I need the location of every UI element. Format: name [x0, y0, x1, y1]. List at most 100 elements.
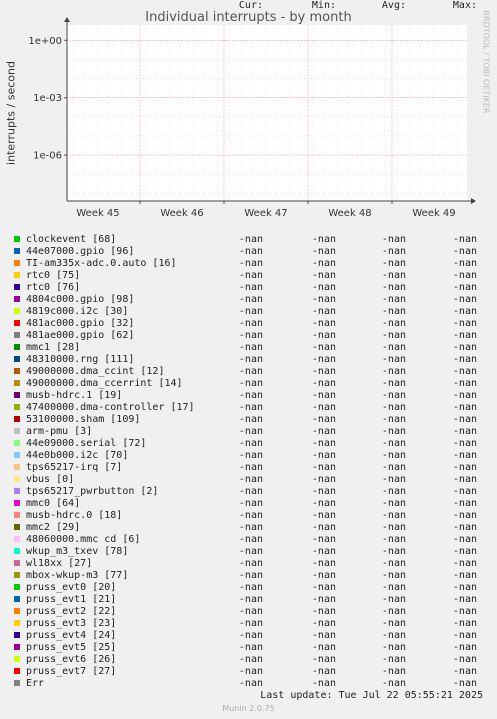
legend-value: -nan — [452, 366, 477, 377]
legend-row: 4804c000.gpio [98] -nan -nan -nan -nan — [0, 294, 497, 306]
legend-column-header: Min: — [311, 0, 336, 11]
legend-series-name: TI-am335x-adc.0.auto [16] — [26, 258, 177, 269]
legend-value: -nan — [311, 546, 336, 557]
legend-value: -nan — [238, 366, 263, 377]
legend-series-name: 48310000.rng [111] — [26, 354, 135, 365]
legend-series-name: tps65217_pwrbutton [2] — [26, 486, 159, 497]
legend-value: -nan — [381, 606, 406, 617]
legend-value: -nan — [381, 570, 406, 581]
legend-value: -nan — [452, 618, 477, 629]
legend-value: -nan — [238, 426, 263, 437]
legend-value: -nan — [452, 390, 477, 401]
legend-value: -nan — [311, 426, 336, 437]
legend-swatch — [14, 248, 20, 254]
legend-series-name: mmc0 [64] — [26, 498, 81, 509]
legend-value: -nan — [452, 414, 477, 425]
legend-value: -nan — [238, 654, 263, 665]
legend-value: -nan — [452, 654, 477, 665]
legend-value: -nan — [381, 414, 406, 425]
legend-value: -nan — [238, 570, 263, 581]
legend-value: -nan — [452, 558, 477, 569]
legend-value: -nan — [238, 282, 263, 293]
legend-value: -nan — [381, 594, 406, 605]
legend-value: -nan — [381, 618, 406, 629]
legend-value: -nan — [452, 474, 477, 485]
legend-series-name: pruss_evt1 [21] — [26, 594, 117, 605]
legend-value: -nan — [311, 594, 336, 605]
legend-value: -nan — [381, 522, 406, 533]
legend-row: rtc0 [76] -nan -nan -nan -nan — [0, 282, 497, 294]
legend-series-name: clockevent [68] — [26, 234, 117, 245]
legend-swatch — [14, 332, 20, 338]
legend-value: -nan — [381, 366, 406, 377]
legend-value: -nan — [311, 306, 336, 317]
legend-value: -nan — [238, 246, 263, 257]
legend-value: -nan — [452, 594, 477, 605]
legend-swatch — [14, 644, 20, 650]
legend-series-name: musb-hdrc.1 [19] — [26, 390, 123, 401]
legend-value: -nan — [311, 294, 336, 305]
legend-row: musb-hdrc.0 [18] -nan -nan -nan -nan — [0, 510, 497, 522]
munin-version: Munin 2.0.75 — [222, 704, 275, 713]
legend-value: -nan — [311, 474, 336, 485]
legend-value: -nan — [311, 270, 336, 281]
legend-value: -nan — [381, 330, 406, 341]
legend-value: -nan — [452, 234, 477, 245]
legend-value: -nan — [452, 630, 477, 641]
legend-series-name: pruss_evt2 [22] — [26, 606, 117, 617]
legend-value: -nan — [452, 246, 477, 257]
legend-row: pruss_evt5 [25] -nan -nan -nan -nan — [0, 642, 497, 654]
legend-series-name: 48060000.mmc cd [6] — [26, 534, 141, 545]
legend-value: -nan — [311, 534, 336, 545]
legend-swatch — [14, 632, 20, 638]
legend-value: -nan — [238, 402, 263, 413]
legend-value: -nan — [238, 450, 263, 461]
legend-value: -nan — [452, 498, 477, 509]
legend-value: -nan — [311, 642, 336, 653]
legend-row: 47400000.dma-controller [17] -nan -nan -nan… — [0, 402, 497, 414]
legend-value: -nan — [238, 594, 263, 605]
legend-value: -nan — [452, 318, 477, 329]
legend-value: -nan — [452, 462, 477, 473]
legend-value: -nan — [381, 246, 406, 257]
legend-value: -nan — [238, 582, 263, 593]
legend-value: -nan — [311, 606, 336, 617]
legend-series-name: 481ae000.gpio [62] — [26, 330, 135, 341]
legend-swatch — [14, 680, 20, 686]
legend-swatch — [14, 344, 20, 350]
legend-value: -nan — [381, 450, 406, 461]
legend-value: -nan — [381, 282, 406, 293]
legend-row: 49000000.dma_ccerrint [14] -nan -nan -nan -n… — [0, 378, 497, 390]
legend-row: 44e0b000.i2c [70] -nan -nan -nan -nan — [0, 450, 497, 462]
legend-value: -nan — [381, 378, 406, 389]
last-update-text: Last update: Tue Jul 22 05:55:21 2025 — [260, 690, 483, 701]
legend-value: -nan — [381, 678, 406, 689]
legend-value: -nan — [452, 294, 477, 305]
legend: Cur: Min: Avg: Max: clockevent [68] -nan -nan -… — [0, 0, 497, 719]
legend-value: -nan — [238, 342, 263, 353]
legend-row: 4819c000.i2c [30] -nan -nan -nan -nan — [0, 306, 497, 318]
legend-row: rtc0 [75] -nan -nan -nan -nan — [0, 270, 497, 282]
legend-row: 44e09000.serial [72] -nan -nan -nan -nan — [0, 438, 497, 450]
legend-value: -nan — [238, 318, 263, 329]
legend-value: -nan — [311, 450, 336, 461]
legend-value: -nan — [311, 570, 336, 581]
legend-value: -nan — [452, 402, 477, 413]
legend-value: -nan — [381, 510, 406, 521]
legend-value: -nan — [238, 498, 263, 509]
legend-value: -nan — [311, 258, 336, 269]
legend-swatch — [14, 236, 20, 242]
legend-row: 44e07000.gpio [96] -nan -nan -nan -nan — [0, 246, 497, 258]
legend-series-name: mbox-wkup-m3 [77] — [26, 570, 129, 581]
legend-value: -nan — [238, 678, 263, 689]
legend-row: pruss_evt6 [26] -nan -nan -nan -nan — [0, 654, 497, 666]
legend-row: tps65217-irq [7] -nan -nan -nan -nan — [0, 462, 497, 474]
legend-value: -nan — [311, 318, 336, 329]
legend-swatch — [14, 272, 20, 278]
legend-row: wkup_m3_txev [78] -nan -nan -nan -nan — [0, 546, 497, 558]
legend-value: -nan — [381, 642, 406, 653]
legend-row: arm-pmu [3] -nan -nan -nan -nan — [0, 426, 497, 438]
legend-value: -nan — [452, 606, 477, 617]
legend-value: -nan — [238, 630, 263, 641]
legend-swatch — [14, 356, 20, 362]
